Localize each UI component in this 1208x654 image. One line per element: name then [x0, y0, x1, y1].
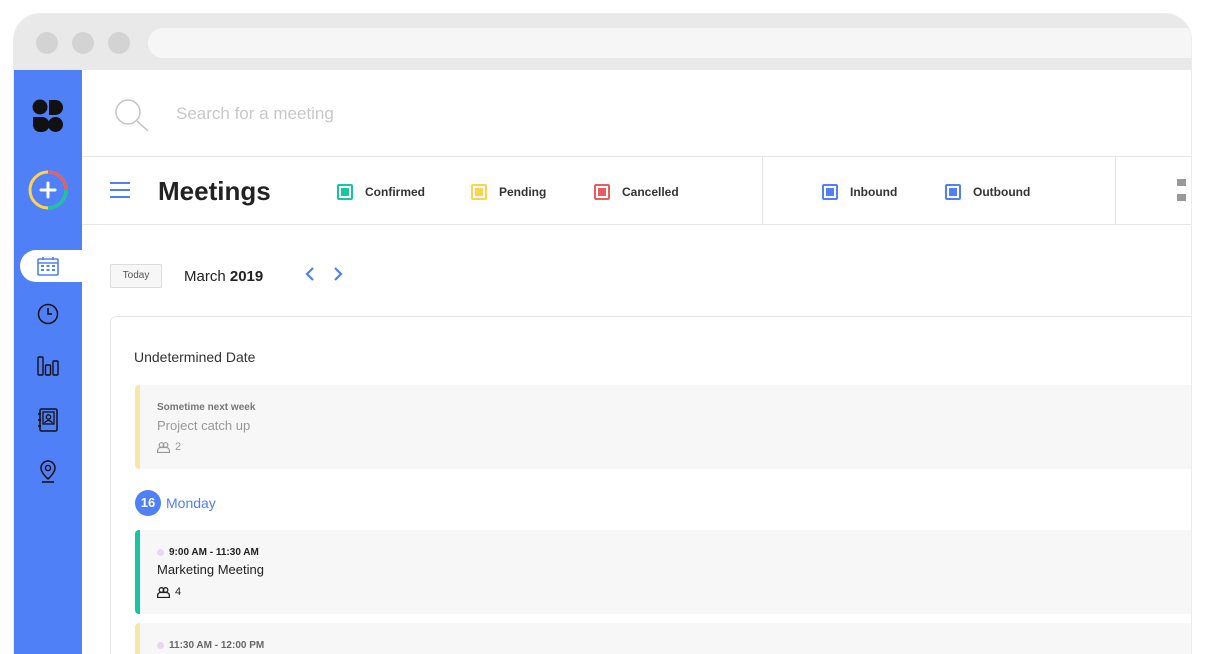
browser-titlebar: [14, 14, 1191, 70]
meeting-item-lunch-slot[interactable]: 11:30 AM - 12:00 PM: [135, 623, 1191, 654]
people-icon: [157, 441, 170, 453]
month-year-label: March 2019: [184, 268, 263, 285]
meeting-title: Project catch up: [157, 418, 251, 433]
outbound-swatch: [945, 184, 961, 200]
search-bar[interactable]: Search for a meeting: [82, 70, 1191, 157]
legend-label-pending: Pending: [499, 185, 547, 199]
meeting-item-marketing-meeting[interactable]: 9:00 AM - 11:30 AM Marketing Meeting 4: [135, 530, 1191, 614]
legend-pending[interactable]: Pending: [471, 184, 546, 200]
attendee-count: 2: [175, 441, 182, 453]
section-title-undetermined: Undetermined Date: [134, 349, 256, 365]
meeting-time: Sometime next week: [157, 402, 256, 413]
year-value: 2019: [229, 268, 264, 285]
meeting-attendees: 4: [157, 586, 181, 598]
today-button[interactable]: Today: [110, 264, 162, 288]
meeting-time-text: 9:00 AM - 11:30 AM: [169, 547, 259, 558]
cancelled-swatch: [594, 184, 610, 200]
attendee-count: 4: [175, 586, 182, 598]
legend-outbound[interactable]: Outbound: [945, 184, 1030, 200]
calendar-icon: [37, 257, 59, 276]
page-title: Meetings: [158, 176, 271, 206]
legend-confirmed[interactable]: Confirmed: [337, 184, 425, 200]
sidebar-item-history[interactable]: [14, 300, 82, 328]
chevron-right-icon: [334, 267, 343, 281]
legend-label-cancelled: Cancelled: [622, 185, 679, 199]
bar-chart-icon: [37, 356, 59, 376]
meeting-item-project-catch-up[interactable]: Sometime next week Project catch up 2: [135, 385, 1191, 469]
window-maximize-dot[interactable]: [108, 32, 130, 54]
sidebar: [14, 70, 82, 654]
window-minimize-dot[interactable]: [72, 32, 94, 54]
clock-icon: [37, 303, 59, 325]
brand-logo[interactable]: [14, 98, 82, 134]
status-dot: [157, 548, 164, 556]
address-bar[interactable]: [148, 28, 1191, 58]
location-pin-icon: [40, 460, 56, 483]
add-meeting-button[interactable]: [14, 170, 82, 210]
legend-inbound[interactable]: Inbound: [822, 184, 897, 200]
window-close-dot[interactable]: [36, 32, 58, 54]
meeting-title: Marketing Meeting: [157, 562, 264, 577]
sidebar-item-analytics[interactable]: [14, 352, 82, 380]
main-content: Search for a meeting Meetings Confirmed …: [82, 70, 1191, 654]
meeting-time-text: 11:30 AM - 12:00 PM: [169, 640, 265, 651]
chevron-left-icon: [305, 267, 314, 281]
next-month-button[interactable]: [332, 266, 344, 287]
meeting-time: 11:30 AM - 12:00 PM: [157, 640, 264, 651]
legend-label-inbound: Inbound: [850, 185, 898, 199]
previous-month-button[interactable]: [304, 266, 316, 287]
meeting-attendees: 2: [157, 441, 181, 453]
meeting-time: 9:00 AM - 11:30 AM: [157, 547, 259, 558]
sidebar-item-locations[interactable]: [14, 458, 82, 486]
search-icon[interactable]: [114, 98, 150, 134]
confirmed-swatch: [337, 184, 353, 200]
legend-label-outbound: Outbound: [973, 185, 1031, 199]
more-options-icon[interactable]: [1177, 179, 1187, 203]
search-input[interactable]: Search for a meeting: [176, 104, 334, 124]
hamburger-menu-icon[interactable]: [110, 182, 130, 198]
day-number-badge: 16: [135, 490, 161, 516]
contacts-icon: [38, 408, 58, 432]
legend-cancelled[interactable]: Cancelled: [594, 184, 679, 200]
sidebar-item-calendar[interactable]: [14, 252, 82, 280]
header-divider: [1115, 157, 1116, 224]
people-icon: [157, 586, 170, 598]
browser-window: Search for a meeting Meetings Confirmed …: [14, 14, 1191, 654]
header-divider: [762, 157, 763, 224]
sidebar-item-contacts[interactable]: [14, 406, 82, 434]
inbound-swatch: [822, 184, 838, 200]
day-name: Monday: [166, 495, 216, 511]
pending-swatch: [471, 184, 487, 200]
legend-label-confirmed: Confirmed: [365, 185, 425, 199]
month-name: March: [184, 268, 226, 285]
meetings-header: Meetings Confirmed Pending Cancelled Inb…: [82, 157, 1191, 225]
